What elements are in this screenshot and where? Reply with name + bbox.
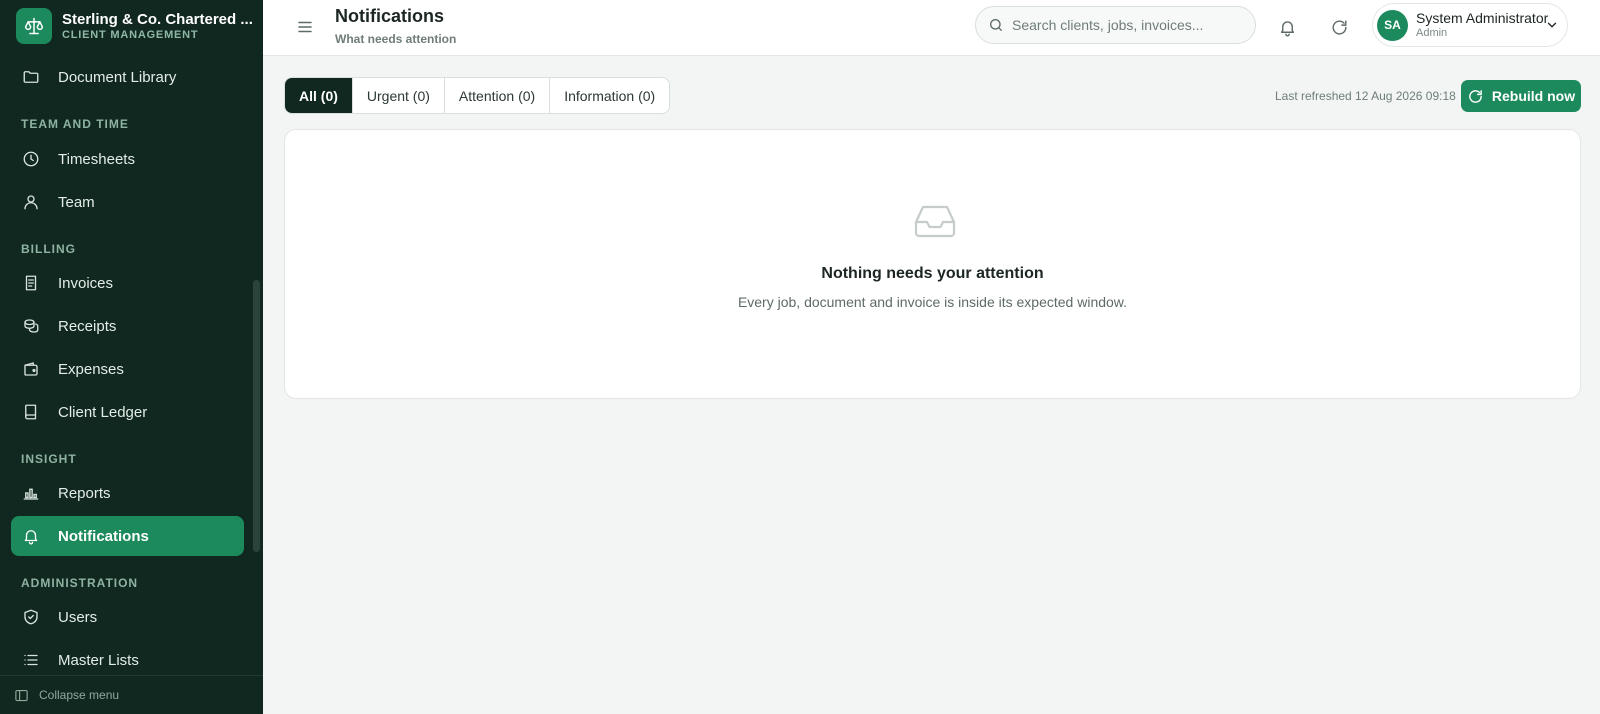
notifications-empty-state: Nothing needs your attention Every job, …: [284, 129, 1581, 399]
sidebar-item-team[interactable]: Team: [11, 182, 244, 222]
sidebar-item-document-library[interactable]: Document Library: [11, 57, 244, 97]
user-name: System Administrator: [1416, 10, 1549, 26]
chevron-down-icon: [1547, 22, 1557, 28]
tab-all[interactable]: All (0): [285, 78, 353, 113]
sidebar-item-label: Timesheets: [58, 150, 135, 168]
coins-icon: [24, 319, 39, 333]
sidebar-item-label: Users: [58, 608, 98, 626]
sidebar-item-label: Master Lists: [58, 651, 139, 669]
book-icon: [25, 404, 37, 420]
list-icon: [24, 654, 38, 666]
refresh-icon: [1469, 89, 1482, 103]
wallet-icon: [24, 362, 38, 376]
search-box[interactable]: [975, 6, 1256, 44]
clock-icon: [23, 151, 39, 167]
menu-toggle-button[interactable]: [292, 14, 318, 40]
empty-state-title: Nothing needs your attention: [821, 265, 1044, 282]
refresh-button[interactable]: [1324, 12, 1354, 42]
sidebar-item-expenses[interactable]: Expenses: [11, 349, 244, 389]
sidebar-item-label: Expenses: [58, 360, 124, 378]
sidebar-item-label: Notifications: [58, 527, 149, 545]
search-icon: [990, 19, 1002, 31]
sidebar-scrollbar[interactable]: [253, 280, 260, 552]
user-menu[interactable]: SA System Administrator Admin: [1372, 3, 1568, 47]
sidebar-item-label: Document Library: [58, 68, 177, 86]
tab-urgent[interactable]: Urgent (0): [353, 78, 445, 113]
brand[interactable]: Sterling & Co. Chartered ... CLIENT MANA…: [16, 6, 253, 46]
sidebar-item-label: Reports: [58, 484, 111, 502]
top-bar: Notifications What needs attention SA Sy…: [263, 0, 1600, 56]
bar-chart-icon: [23, 488, 39, 500]
sidebar-item-users[interactable]: Users: [11, 597, 244, 637]
page-title: Notifications: [335, 6, 445, 26]
invoice-icon: [25, 275, 37, 291]
sidebar-item-label: Client Ledger: [58, 403, 148, 421]
filter-tabs: All (0) Urgent (0) Attention (0) Informa…: [284, 77, 671, 114]
bell-icon: [1280, 20, 1294, 36]
collapse-menu-button[interactable]: Collapse menu: [0, 675, 263, 714]
rebuild-now-button[interactable]: Rebuild now: [1461, 80, 1581, 112]
sidebar-item-label: Invoices: [58, 274, 114, 292]
notifications-bell-button[interactable]: [1272, 12, 1302, 42]
tab-information[interactable]: Information (0): [550, 78, 669, 113]
section-administration: ADMINISTRATION: [21, 576, 139, 590]
section-billing: BILLING: [21, 242, 76, 256]
sidebar-item-master-lists[interactable]: Master Lists: [11, 640, 244, 680]
page-subtitle: What needs attention: [335, 32, 457, 46]
bell-icon: [24, 530, 38, 545]
sidebar-item-notifications[interactable]: Notifications: [11, 516, 244, 556]
refresh-icon: [1331, 19, 1347, 35]
inbox-icon: [914, 205, 956, 238]
section-team-and-time: TEAM AND TIME: [21, 117, 129, 131]
sidebar: Sterling & Co. Chartered ... CLIENT MANA…: [0, 0, 263, 714]
search-input[interactable]: [1012, 17, 1242, 33]
sidebar-item-label: Team: [58, 193, 95, 211]
avatar: SA: [1377, 9, 1408, 41]
user-role: Admin: [1416, 27, 1448, 39]
sidebar-item-invoices[interactable]: Invoices: [11, 263, 244, 303]
brand-subtitle: CLIENT MANAGEMENT: [62, 28, 199, 41]
scales-icon: [16, 8, 52, 44]
section-insight: INSIGHT: [21, 452, 77, 466]
sidebar-toggle-icon: [15, 689, 28, 701]
rebuild-now-label: Rebuild now: [1491, 88, 1576, 104]
sidebar-item-label: Receipts: [58, 317, 117, 335]
empty-state-message: Every job, document and invoice is insid…: [737, 294, 1128, 310]
sidebar-item-timesheets[interactable]: Timesheets: [11, 139, 244, 179]
hamburger-icon: [298, 21, 312, 33]
collapse-menu-label: Collapse menu: [39, 688, 120, 702]
shield-icon: [24, 609, 38, 625]
last-refreshed-text: Last refreshed 12 Aug 2026 09:18: [1275, 89, 1456, 103]
folder-icon: [23, 71, 39, 83]
brand-name: Sterling & Co. Chartered ...: [62, 10, 253, 28]
sidebar-item-client-ledger[interactable]: Client Ledger: [11, 392, 244, 432]
sidebar-item-receipts[interactable]: Receipts: [11, 306, 244, 346]
tab-attention[interactable]: Attention (0): [445, 78, 551, 113]
user-icon: [24, 195, 38, 210]
sidebar-item-reports[interactable]: Reports: [11, 473, 244, 513]
